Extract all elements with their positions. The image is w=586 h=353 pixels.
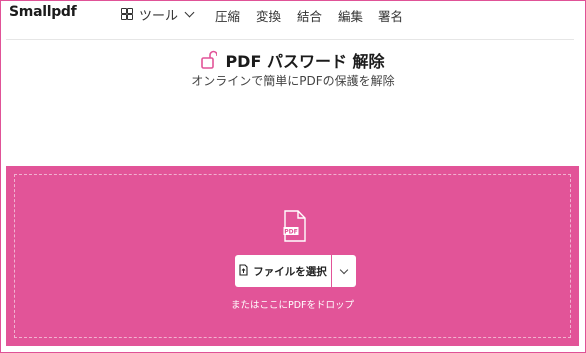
grid-icon — [121, 8, 133, 20]
chevron-down-icon — [339, 265, 349, 274]
select-source-dropdown-button[interactable] — [332, 255, 356, 287]
nav-item-merge[interactable]: 結合 — [297, 6, 322, 25]
top-navigation-bar: Smallpdf ツール 圧縮 変換 結合 編集 署名 — [0, 0, 586, 34]
header-divider — [6, 39, 574, 40]
drop-hint-text: またはここにPDFをドロップ — [230, 300, 354, 311]
file-drop-zone[interactable]: PDF ファイルを選択 またはここにPDFをドロップ — [6, 166, 579, 346]
page-title: PDF パスワード 解除 — [225, 52, 385, 71]
nav-item-sign[interactable]: 署名 — [378, 6, 403, 25]
tools-label: ツール — [139, 8, 179, 24]
select-file-label: ファイルを選択 — [253, 265, 327, 278]
tools-menu-button[interactable]: ツール — [121, 5, 195, 24]
select-file-button[interactable]: ファイルを選択 — [235, 255, 331, 287]
page-title-row: PDF パスワード 解除 — [0, 48, 586, 72]
pdf-file-icon: PDF — [283, 210, 307, 242]
smallpdf-logo[interactable]: Smallpdf — [9, 4, 77, 20]
file-upload-icon — [239, 263, 248, 279]
chevron-down-icon — [184, 7, 195, 17]
nav-item-edit[interactable]: 編集 — [338, 6, 363, 25]
page-subtitle: オンラインで簡単にPDFの保護を解除 — [191, 74, 395, 88]
nav-item-compress[interactable]: 圧縮 — [215, 6, 240, 25]
nav-item-convert[interactable]: 変換 — [256, 6, 281, 25]
unlock-icon — [201, 50, 219, 70]
pdf-file-icon-label: PDF — [284, 229, 297, 236]
